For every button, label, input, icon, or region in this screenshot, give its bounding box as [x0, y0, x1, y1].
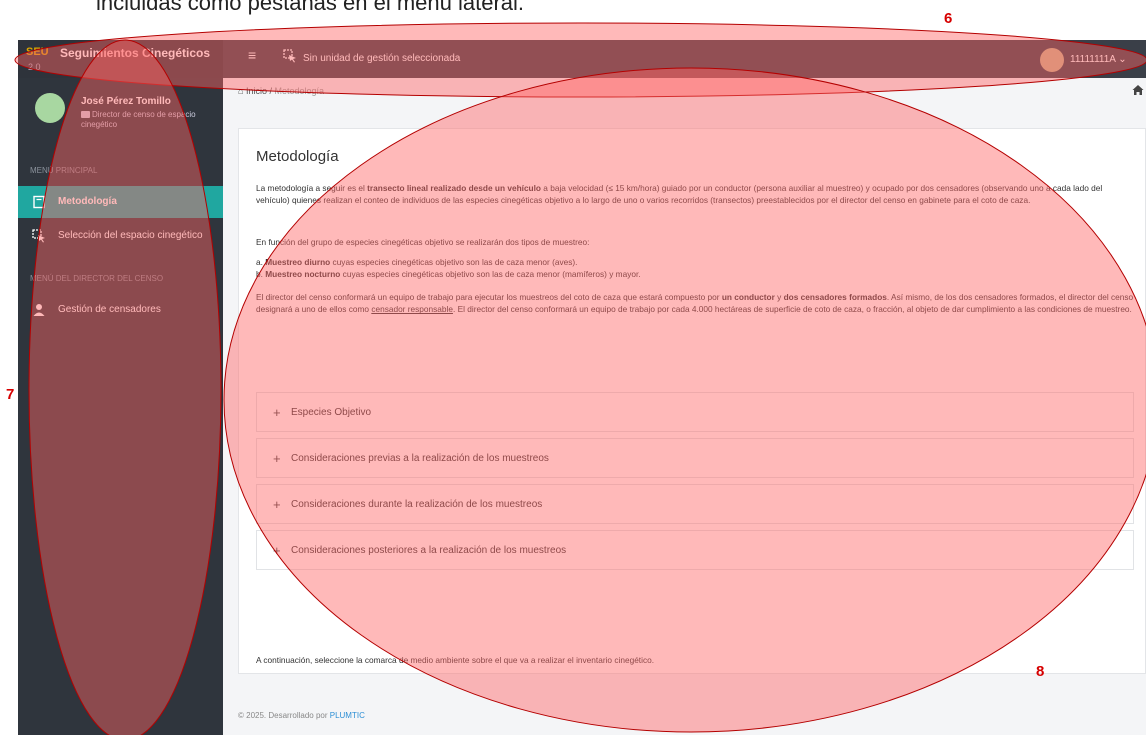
sampling-list: a. Muestreo diurno cuyas especies cinegé…	[256, 256, 1136, 281]
plus-icon: +	[273, 497, 281, 512]
menu-toggle-icon[interactable]: ≡	[248, 48, 262, 62]
accordion-label: Consideraciones posteriores a la realiza…	[291, 545, 567, 556]
intro-bold: transecto lineal realizado desde un vehí…	[367, 183, 541, 193]
accordion-label: Consideraciones durante la realización d…	[291, 499, 543, 510]
annotation-number-6: 6	[944, 10, 953, 27]
instruction-text: A continuación, seleccione la comarca de…	[256, 655, 655, 665]
sidebar-item-metodologia[interactable]: Metodología	[18, 186, 223, 218]
profile-avatar	[35, 93, 65, 123]
censador-responsable-link[interactable]: censador responsable	[371, 304, 453, 314]
user-menu[interactable]: 11111111A ⌄	[1070, 54, 1127, 65]
annotation-number-8: 8	[1036, 663, 1045, 680]
footer-link[interactable]: PLUMTIC	[330, 711, 365, 720]
app-title: Seguimientos Cinegéticos	[60, 46, 211, 60]
pointer-select-icon	[32, 229, 45, 243]
accordion-consideraciones-posteriores[interactable]: + Consideraciones posteriores a la reali…	[256, 530, 1134, 570]
home-icon[interactable]	[1132, 84, 1144, 96]
page-title: Metodología	[256, 148, 339, 165]
list-item-bold: Muestreo diurno	[265, 257, 331, 267]
profile-role-text: Director de censo de espacio cinegético	[81, 110, 196, 129]
accordion-label: Consideraciones previas a la realización…	[291, 453, 549, 464]
equipo-text-a: El director del censo conformará un equi…	[256, 292, 722, 302]
accordion-consideraciones-durante[interactable]: + Consideraciones durante la realización…	[256, 484, 1134, 524]
equipo-bold-censadores: dos censadores formados	[783, 292, 887, 302]
profile-name: José Pérez Tomillo	[81, 96, 171, 107]
top-bar: SEU Seguimientos Cinegéticos 2.0 ≡ Sin u…	[18, 40, 1146, 78]
accordion-label: Especies Objetivo	[291, 407, 372, 418]
user-id: 11111111A	[1070, 54, 1116, 65]
plus-icon: +	[273, 405, 281, 420]
paragraph-intro: La metodología a seguir es el transecto …	[256, 182, 1136, 207]
plus-icon: +	[273, 543, 281, 558]
user-icon	[33, 304, 45, 316]
footer-text: © 2025. Desarrollado por	[238, 711, 330, 720]
equipo-bold-conductor: un conductor	[721, 292, 775, 302]
content-card: Metodología La metodología a seguir es e…	[238, 128, 1146, 674]
breadcrumb-separator: /	[269, 86, 272, 96]
intro-text-a: La metodología a seguir es el	[256, 183, 368, 193]
list-item-text: cuyas especies cinegéticas objetivo son …	[330, 257, 578, 267]
id-card-icon	[81, 111, 90, 118]
profile-role: Director de censo de espacio cinegético	[81, 110, 211, 130]
list-item: a. Muestreo diurno cuyas especies cinegé…	[256, 257, 578, 267]
sidebar-item-seleccion-espacio[interactable]: Selección del espacio cinegético	[18, 220, 223, 252]
brand[interactable]: SEU Seguimientos Cinegéticos 2.0	[18, 40, 223, 78]
section-director-label: MENÚ DEL DIRECTOR DEL CENSO	[30, 274, 164, 283]
breadcrumb: ⌂ Inicio / Metodología	[238, 86, 324, 96]
annotation-number-7: 7	[6, 386, 15, 403]
paragraph-tipos: En función del grupo de especies cinegét…	[256, 237, 590, 247]
breadcrumb-current: Metodología	[274, 86, 325, 96]
list-item-bold: Muestreo nocturno	[265, 269, 341, 280]
caption-text: incluidas como pestañas en el menú later…	[96, 0, 525, 15]
selected-unit-text[interactable]: Sin unidad de gestión seleccionada	[303, 53, 460, 64]
plus-icon: +	[273, 451, 281, 466]
brand-logo: SEU	[26, 46, 49, 58]
sidebar-item-label: Selección del espacio cinegético	[58, 230, 203, 241]
sidebar: José Pérez Tomillo Director de censo de …	[18, 78, 223, 735]
breadcrumb-home[interactable]: Inicio	[246, 86, 267, 96]
home-icon[interactable]: ⌂	[238, 86, 243, 96]
list-item: b. Muestreo nocturno cuyas especies cine…	[256, 269, 641, 280]
book-icon	[33, 195, 45, 209]
accordion-consideraciones-previas[interactable]: + Consideraciones previas a la realizaci…	[256, 438, 1134, 478]
paragraph-equipo: El director del censo conformará un equi…	[256, 291, 1136, 316]
sidebar-item-label: Metodología	[58, 196, 117, 207]
equipo-text-c: y	[774, 292, 784, 302]
footer: © 2025. Desarrollado por PLUMTIC	[238, 711, 365, 720]
app-version: 2.0	[28, 62, 41, 72]
app-frame: SEU Seguimientos Cinegéticos 2.0 ≡ Sin u…	[18, 40, 1146, 735]
sidebar-item-label: Gestión de censadores	[58, 304, 161, 315]
sidebar-item-gestion-censadores[interactable]: Gestión de censadores	[18, 294, 223, 326]
pointer-select-icon[interactable]	[283, 49, 297, 63]
accordion-especies-objetivo[interactable]: + Especies Objetivo	[256, 392, 1134, 432]
user-avatar[interactable]	[1040, 48, 1064, 72]
equipo-text-g: . El director del censo conformará un eq…	[452, 304, 1132, 315]
section-main-label: MENÚ PRINCIPAL	[30, 166, 98, 175]
list-item-text: cuyas especies cinegéticas objetivo son …	[340, 269, 641, 280]
